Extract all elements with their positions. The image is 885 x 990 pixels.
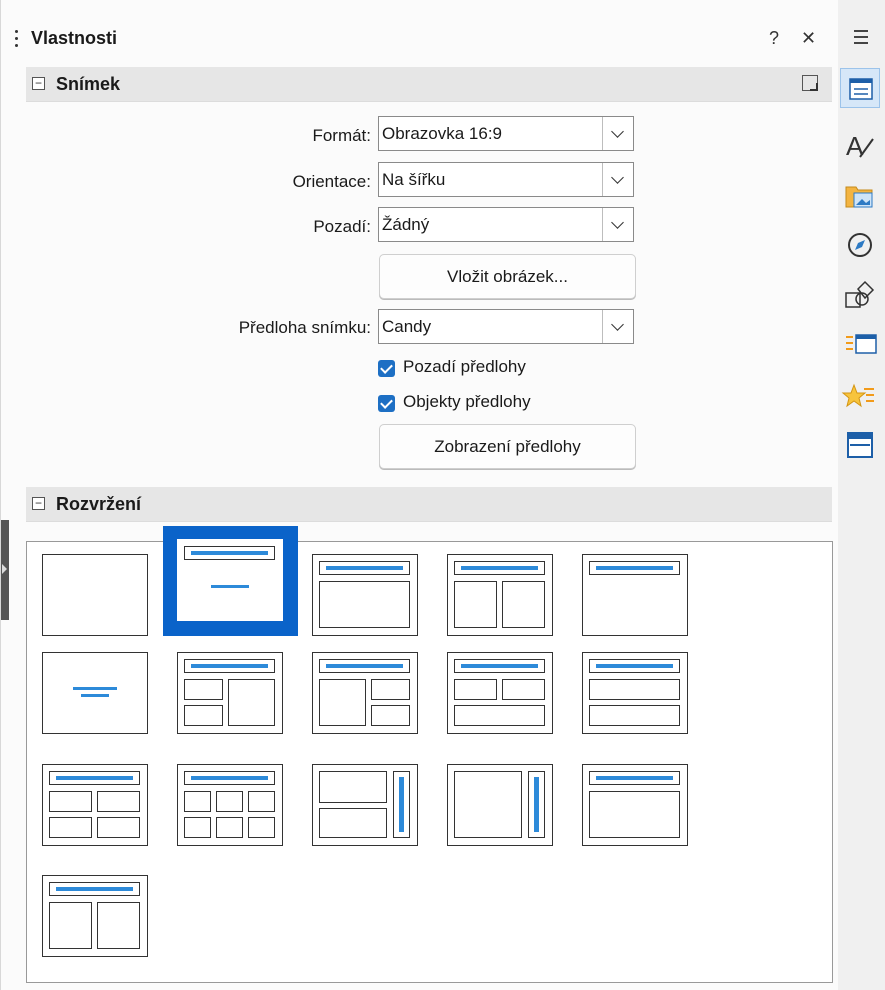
slide-transition-icon[interactable] xyxy=(840,325,880,365)
format-value: Obrazovka 16:9 xyxy=(382,124,503,143)
orientation-dropdown[interactable]: Na šířku xyxy=(378,162,634,197)
animation-icon[interactable] xyxy=(840,375,880,415)
layout-title-2content-over-content[interactable] xyxy=(433,639,568,749)
insert-image-button[interactable]: Vložit obrázek... xyxy=(379,254,636,299)
layout-blank[interactable] xyxy=(28,541,163,651)
layout-thumbnail xyxy=(312,554,418,636)
layout-thumbnail xyxy=(312,764,418,846)
layout-thumbnail xyxy=(42,764,148,846)
chevron-down-icon[interactable] xyxy=(602,163,633,196)
properties-panel: Vlastnosti ? ✕ − Snímek Formát: Obrazovk… xyxy=(0,0,839,990)
layout-thumbnail xyxy=(42,554,148,636)
layout-title-content-centered[interactable] xyxy=(163,526,298,636)
drag-handle-icon[interactable] xyxy=(15,30,19,50)
layout-thumbnail xyxy=(42,875,148,957)
gallery-icon[interactable] xyxy=(840,175,880,215)
chevron-down-icon[interactable] xyxy=(602,208,633,241)
layouts-grid xyxy=(26,526,833,983)
layout-thumbnail xyxy=(582,764,688,846)
layout-centered-text[interactable] xyxy=(28,639,163,749)
section-slide-header[interactable]: − Snímek xyxy=(26,67,832,102)
layout-title-2content-vertical[interactable] xyxy=(28,862,163,972)
format-label: Formát: xyxy=(312,126,371,145)
master-view-button[interactable]: Zobrazení předlohy xyxy=(379,424,636,469)
menu-icon[interactable] xyxy=(854,30,868,48)
chevron-down-icon[interactable] xyxy=(602,117,633,150)
layout-title-2content-content[interactable] xyxy=(163,639,298,749)
layout-title-content-over-content[interactable] xyxy=(568,639,703,749)
panel-titlebar: Vlastnosti ? ✕ xyxy=(11,22,836,58)
master-slide-label: Předloha snímku: xyxy=(238,318,371,337)
section-title: Rozvržení xyxy=(56,494,142,514)
format-dropdown[interactable]: Obrazovka 16:9 xyxy=(378,116,634,151)
section-layouts-header[interactable]: − Rozvržení xyxy=(26,487,832,522)
more-options-icon[interactable] xyxy=(802,75,818,91)
layout-title-vertical-content[interactable] xyxy=(568,751,703,861)
close-button[interactable]: ✕ xyxy=(801,28,816,49)
layout-thumbnail xyxy=(447,554,553,636)
layout-title-4content[interactable] xyxy=(28,751,163,861)
orientation-value: Na šířku xyxy=(382,170,446,189)
layout-thumbnail xyxy=(582,652,688,734)
master-slide-value: Candy xyxy=(382,317,432,336)
section-title: Snímek xyxy=(56,74,121,94)
layout-thumbnail xyxy=(177,652,283,734)
checkbox-checked-icon[interactable] xyxy=(378,395,395,412)
orientation-label: Orientace: xyxy=(292,172,371,191)
collapse-sidebar-handle[interactable] xyxy=(1,520,9,620)
layout-thumbnail xyxy=(582,554,688,636)
collapse-icon[interactable]: − xyxy=(32,497,45,510)
layout-vertical-title-2content[interactable] xyxy=(298,751,433,861)
styles-icon[interactable]: A xyxy=(840,125,880,165)
properties-icon[interactable] xyxy=(840,68,880,108)
sidebar-tabbar: A xyxy=(838,0,885,990)
panel-title: Vlastnosti xyxy=(31,28,118,48)
master-background-label: Pozadí předlohy xyxy=(403,357,526,376)
background-dropdown[interactable]: Žádný xyxy=(378,207,634,242)
background-label: Pozadí: xyxy=(313,217,371,236)
layout-thumbnail xyxy=(177,764,283,846)
master-objects-label: Objekty předlohy xyxy=(403,392,531,411)
layout-thumbnail xyxy=(177,539,283,621)
layout-title-only[interactable] xyxy=(568,541,703,651)
master-slides-icon[interactable] xyxy=(840,425,880,465)
layout-thumbnail xyxy=(447,764,553,846)
layout-thumbnail xyxy=(447,652,553,734)
layout-vertical-title-content[interactable] xyxy=(433,751,568,861)
background-value: Žádný xyxy=(382,215,430,234)
layout-title-6content[interactable] xyxy=(163,751,298,861)
master-slide-dropdown[interactable]: Candy xyxy=(378,309,634,344)
chevron-down-icon[interactable] xyxy=(602,310,633,343)
navigator-icon[interactable] xyxy=(840,225,880,265)
layout-title-content[interactable] xyxy=(298,541,433,651)
checkbox-checked-icon[interactable] xyxy=(378,360,395,377)
layout-title-content-2content[interactable] xyxy=(298,639,433,749)
layout-thumbnail xyxy=(312,652,418,734)
layout-title-two-content[interactable] xyxy=(433,541,568,651)
collapse-icon[interactable]: − xyxy=(32,77,45,90)
help-button[interactable]: ? xyxy=(769,28,779,49)
shapes-icon[interactable] xyxy=(840,275,880,315)
layout-thumbnail xyxy=(42,652,148,734)
